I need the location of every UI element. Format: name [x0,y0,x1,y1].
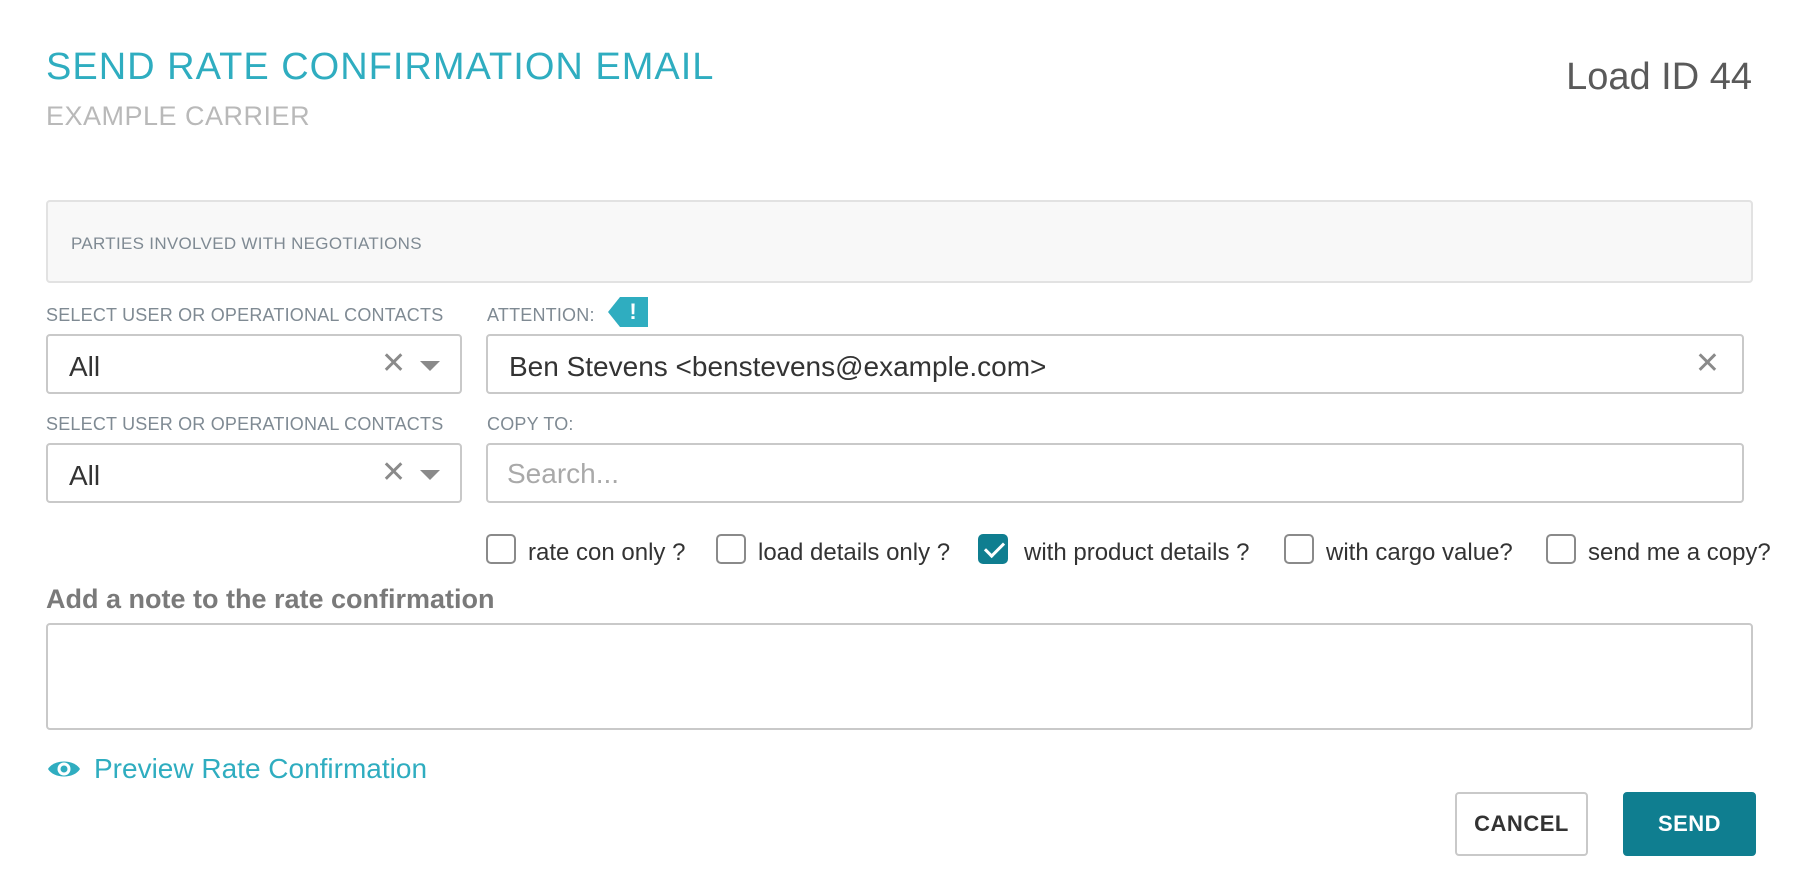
checkbox[interactable] [486,534,516,564]
load-id: Load ID 44 [1566,56,1752,98]
note-textarea[interactable] [46,623,1753,730]
parties-panel-label: PARTIES INVOLVED WITH NEGOTIATIONS [71,234,422,253]
checkbox-checked[interactable] [978,534,1008,564]
copy-to-label: COPY TO: [487,414,574,434]
attention-contacts-label: SELECT USER OR OPERATIONAL CONTACTS [46,305,444,325]
attention-value: Ben Stevens <benstevens@example.com> [509,351,1047,382]
parties-panel: PARTIES INVOLVED WITH NEGOTIATIONS [46,200,1753,283]
copy-contacts-select[interactable]: All ✕ [46,443,462,503]
option-label: rate con only ? [528,539,686,566]
eye-icon [48,761,80,777]
note-heading: Add a note to the rate confirmation [46,584,495,614]
checkbox[interactable] [716,534,746,564]
checkbox[interactable] [1546,534,1576,564]
attention-contacts-value: All [69,351,101,382]
alert-icon: ! [608,297,648,327]
clear-icon[interactable]: ✕ [381,346,406,381]
cancel-button[interactable]: CANCEL [1455,792,1588,856]
option-label: load details only ? [758,539,951,566]
preview-label: Preview Rate Confirmation [94,753,428,784]
copy-contacts-value: All [69,460,101,491]
option-label: with cargo value? [1326,539,1513,566]
copy-contacts-label: SELECT USER OR OPERATIONAL CONTACTS [46,414,444,434]
copy-to-search-input[interactable] [507,457,1707,491]
dialog-title: SEND RATE CONFIRMATION EMAIL [46,46,715,88]
attention-field[interactable]: Ben Stevens <benstevens@example.com> ✕ [486,334,1744,394]
carrier-name: EXAMPLE CARRIER [46,101,311,131]
checkbox[interactable] [1284,534,1314,564]
send-button[interactable]: SEND [1623,792,1756,856]
clear-icon[interactable]: ✕ [381,455,406,490]
option-label: send me a copy? [1588,539,1771,566]
option-label: with product details ? [1024,539,1250,566]
chevron-down-icon[interactable] [420,361,440,371]
attention-contacts-select[interactable]: All ✕ [46,334,462,394]
clear-icon[interactable]: ✕ [1695,346,1720,381]
chevron-down-icon[interactable] [420,470,440,480]
copy-to-field[interactable] [486,443,1744,503]
attention-label: ATTENTION: [487,305,595,325]
